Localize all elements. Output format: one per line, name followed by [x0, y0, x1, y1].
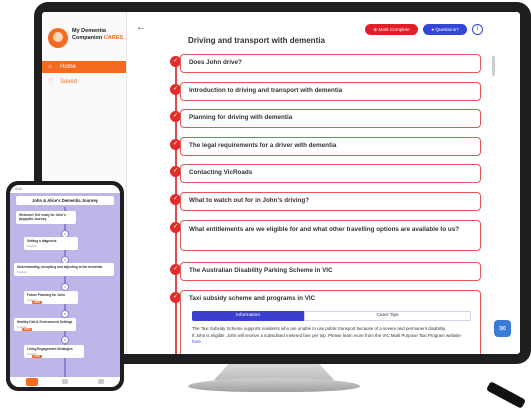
stylus	[485, 381, 527, 409]
tab-information[interactable]: Information	[192, 311, 304, 321]
step-number: 4	[61, 283, 69, 291]
chat-bubble-icon: ●	[431, 27, 435, 32]
topic-item[interactable]: What entitlements are we eligible for an…	[180, 220, 481, 251]
settings-icon[interactable]	[98, 379, 104, 384]
tab-bar: Information Carer Tips	[192, 311, 471, 321]
mobile-phone: 9:41 John & Alice's Dementia Journey Wel…	[6, 181, 124, 391]
journey-card[interactable]: Getting a diagnosis 6 topics	[24, 237, 78, 250]
home-icon[interactable]	[26, 378, 38, 386]
heart-icon[interactable]	[62, 379, 68, 384]
topic-item-expanded[interactable]: Taxi subsidy scheme and programs in VIC …	[180, 290, 481, 354]
phone-title: John & Alice's Dementia Journey	[16, 196, 114, 205]
home-icon: ⌂	[48, 64, 52, 70]
logo-icon	[48, 28, 68, 48]
alert-icon: ⊗	[373, 27, 378, 32]
phone-bottom-nav	[10, 377, 120, 387]
new-badge: NEW	[32, 301, 43, 304]
journey-card[interactable]: Future Planning for John 4 topics NEW	[24, 291, 78, 304]
topic-item[interactable]: The Australian Disability Parking Scheme…	[180, 262, 481, 281]
sidebar-item-saved[interactable]: ♡ Saved	[42, 76, 126, 88]
new-badge: NEW	[22, 328, 33, 331]
new-badge: NEW	[32, 355, 43, 358]
step-number: 5	[61, 310, 69, 318]
monitor-base	[188, 378, 360, 392]
info-icon[interactable]: i	[472, 24, 483, 35]
scrollbar[interactable]	[492, 56, 495, 76]
program-link[interactable]: here.	[192, 339, 202, 344]
topic-item[interactable]: Does John drive?	[180, 54, 481, 73]
journey-card[interactable]: Understanding, accepting and adjusting t…	[14, 263, 114, 276]
heart-icon: ♡	[48, 79, 54, 85]
step-number: 6	[61, 336, 69, 344]
topic-content: The Taxi Subsidy Scheme supports residen…	[192, 326, 461, 344]
phone-status-bar: 9:41	[10, 185, 120, 193]
topic-item[interactable]: The legal requirements for a driver with…	[180, 137, 481, 156]
journey-card[interactable]: Living Engagement Strategies 6 topics NE…	[24, 345, 84, 358]
topic-item[interactable]: What to watch out for in John's driving?	[180, 192, 481, 211]
journey-card[interactable]: Welcome! Get ready for John's dementia J…	[16, 211, 76, 224]
questions-button[interactable]: ● Questions?	[423, 24, 467, 35]
mark-complete-button[interactable]: ⊗ Mark Complete	[365, 24, 418, 35]
topic-item[interactable]: Contacting VicRoads	[180, 164, 481, 183]
journey-card[interactable]: Healthy Diet & Environment Settings 5 to…	[14, 318, 76, 331]
timeline	[175, 56, 177, 354]
brand-name: My Dementia Companion CARES	[72, 28, 124, 41]
sidebar-item-home[interactable]: ⌂ Home	[42, 61, 126, 73]
topic-item[interactable]: Planning for driving with dementia	[180, 109, 481, 128]
back-button[interactable]: ←	[136, 22, 146, 33]
phone-screen: 9:41 John & Alice's Dementia Journey Wel…	[10, 185, 120, 387]
chat-icon[interactable]: ✉	[494, 320, 511, 337]
topic-item[interactable]: Introduction to driving and transport wi…	[180, 82, 481, 101]
page-title: Driving and transport with dementia	[188, 36, 325, 45]
tab-carer-tips[interactable]: Carer Tips	[304, 311, 471, 321]
